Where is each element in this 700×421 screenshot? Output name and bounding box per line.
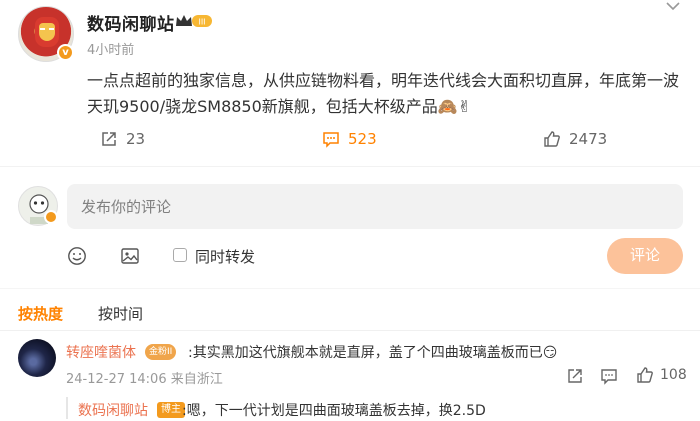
repost-icon: [102, 132, 116, 146]
chevron-down-icon[interactable]: [664, 0, 682, 14]
thumbs-up-icon: [637, 367, 653, 383]
reply-text: :嗯，下一代计划是四曲面玻璃盖板去掉，换2.5D: [182, 403, 486, 419]
comment-meta: 24-12-27 14:06 来自浙江: [66, 372, 223, 387]
image-icon[interactable]: [120, 246, 140, 266]
comment-like-count: 108: [660, 367, 687, 383]
tab-sort-by-popularity[interactable]: 按热度: [18, 303, 63, 324]
reply-icon[interactable]: [600, 367, 618, 385]
verified-badge-icon: [44, 210, 58, 224]
divider: [0, 166, 700, 167]
commenter-avatar[interactable]: [18, 339, 56, 377]
divider: [0, 288, 700, 289]
fan-badge: 金粉II: [145, 344, 177, 360]
also-repost-checkbox[interactable]: [173, 248, 187, 262]
submit-comment-button[interactable]: 评论: [607, 238, 683, 274]
tab-sort-by-time[interactable]: 按时间: [98, 303, 143, 324]
divider: [0, 330, 700, 331]
emoji-icon[interactable]: [67, 246, 87, 266]
commenter-name[interactable]: 转座喹菌体: [66, 342, 136, 362]
thumbs-up-icon: [544, 131, 560, 147]
reply-author-name[interactable]: 数码闲聊站: [78, 400, 148, 420]
repost-button[interactable]: 23: [100, 130, 145, 148]
comment-button[interactable]: 523: [322, 130, 377, 148]
like-button[interactable]: 2473: [543, 130, 607, 148]
share-icon[interactable]: [566, 367, 584, 385]
fan-level-badge-icon: III: [176, 15, 212, 27]
author-name[interactable]: 数码闲聊站: [87, 10, 175, 35]
comment-count: 523: [348, 130, 377, 148]
comment-input[interactable]: [67, 184, 683, 229]
comment-icon: [323, 132, 339, 148]
repost-count: 23: [126, 130, 146, 148]
post-time: 4小时前: [87, 43, 135, 58]
verified-badge-icon: v: [57, 44, 74, 61]
svg-text:III: III: [198, 18, 205, 27]
also-repost-label[interactable]: 同时转发: [195, 246, 255, 267]
post-text: 一点点超前的独家信息，从供应链物料看，明年迭代线会大面积切直屏，年底第一波天玑9…: [87, 71, 680, 116]
author-badge: 博主: [157, 402, 185, 418]
comment-text: :其实黑加这代旗舰本就是直屏，盖了个四曲玻璃盖板而已😏: [188, 345, 558, 361]
comment-like-button[interactable]: 108: [636, 366, 687, 384]
like-count: 2473: [569, 130, 608, 148]
reply-thread-bar: [66, 397, 68, 419]
